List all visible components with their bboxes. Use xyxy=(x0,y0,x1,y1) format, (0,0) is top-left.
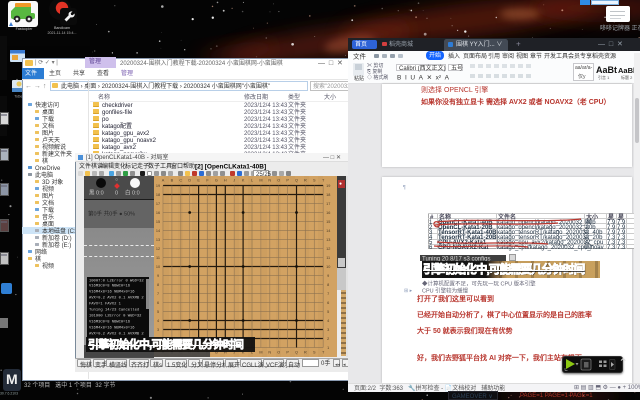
svg-text:15: 15 xyxy=(326,220,330,224)
svg-text:O: O xyxy=(277,351,280,355)
svg-text:L: L xyxy=(251,179,253,183)
svg-text:4: 4 xyxy=(157,319,159,323)
svg-text:14: 14 xyxy=(326,229,330,233)
svg-text:19: 19 xyxy=(156,184,160,188)
svg-text:8: 8 xyxy=(157,283,159,287)
svg-text:9: 9 xyxy=(327,274,329,278)
svg-text:6: 6 xyxy=(327,301,329,305)
svg-text:Q: Q xyxy=(295,179,298,183)
svg-text:8: 8 xyxy=(327,283,329,287)
svg-text:4: 4 xyxy=(327,319,329,323)
svg-text:7: 7 xyxy=(157,292,159,296)
svg-text:B: B xyxy=(171,179,174,183)
svg-text:13: 13 xyxy=(156,238,160,242)
svg-text:3: 3 xyxy=(157,328,159,332)
svg-text:6: 6 xyxy=(157,301,159,305)
svg-text:9: 9 xyxy=(157,274,159,278)
svg-text:2: 2 xyxy=(327,337,329,341)
svg-text:11: 11 xyxy=(156,256,160,260)
svg-text:13: 13 xyxy=(326,238,330,242)
svg-text:16: 16 xyxy=(156,211,160,215)
svg-text:12: 12 xyxy=(156,247,160,251)
svg-text:G: G xyxy=(215,179,218,183)
svg-text:5: 5 xyxy=(327,310,329,314)
svg-text:1: 1 xyxy=(327,346,329,350)
svg-text:Q: Q xyxy=(295,351,298,355)
svg-text:15: 15 xyxy=(156,220,160,224)
svg-text:S: S xyxy=(313,351,316,355)
svg-text:H: H xyxy=(224,179,227,183)
svg-text:5: 5 xyxy=(157,310,159,314)
svg-text:17: 17 xyxy=(326,202,330,206)
svg-text:18: 18 xyxy=(326,193,330,197)
svg-text:M: M xyxy=(259,179,262,183)
svg-text:O: O xyxy=(277,179,280,183)
svg-text:S: S xyxy=(313,179,316,183)
svg-text:19: 19 xyxy=(326,184,330,188)
svg-text:10: 10 xyxy=(156,265,160,269)
svg-text:A: A xyxy=(162,179,165,183)
svg-text:7: 7 xyxy=(327,292,329,296)
svg-text:M: M xyxy=(259,351,262,355)
svg-text:C: C xyxy=(179,179,182,183)
svg-text:18: 18 xyxy=(156,193,160,197)
svg-text:12: 12 xyxy=(326,247,330,251)
svg-text:14: 14 xyxy=(156,229,160,233)
svg-text:J: J xyxy=(233,179,235,183)
svg-text:17: 17 xyxy=(156,202,160,206)
svg-text:D: D xyxy=(188,179,191,183)
svg-text:N: N xyxy=(268,351,271,355)
svg-text:16: 16 xyxy=(326,211,330,215)
svg-text:3: 3 xyxy=(327,328,329,332)
svg-text:10: 10 xyxy=(326,265,330,269)
svg-text:R: R xyxy=(304,179,307,183)
svg-text:11: 11 xyxy=(326,256,330,260)
svg-text:R: R xyxy=(304,351,307,355)
svg-text:N: N xyxy=(268,179,271,183)
